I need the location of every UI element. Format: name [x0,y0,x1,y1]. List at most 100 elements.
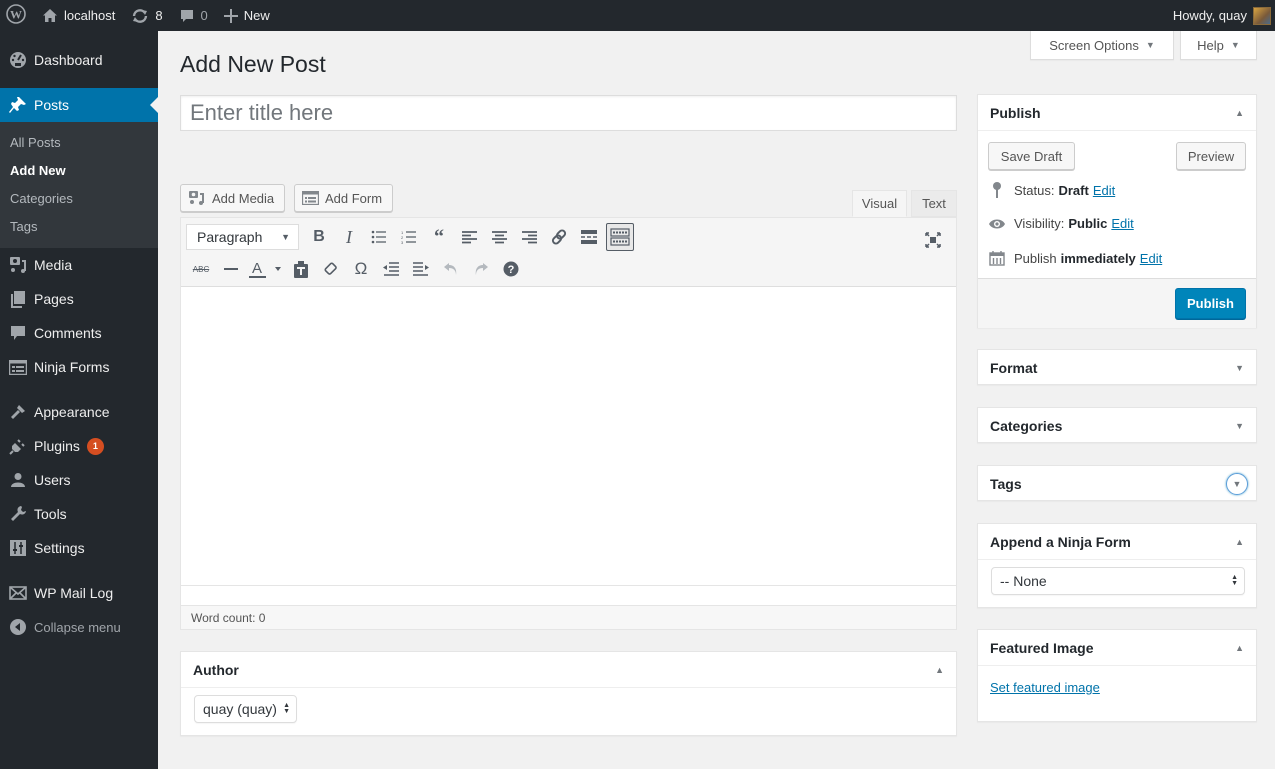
comments-link[interactable]: 0 [171,0,216,31]
fullscreen-icon[interactable] [918,226,948,254]
edit-schedule-link[interactable]: Edit [1140,251,1162,266]
edit-visibility-link[interactable]: Edit [1111,216,1133,231]
publish-box-title: Publish [990,104,1041,121]
author-box-header[interactable]: Author ▲ [181,652,956,687]
menu-ninja-forms[interactable]: Ninja Forms [0,350,158,384]
align-center-icon[interactable] [484,223,514,251]
add-form-button[interactable]: Add Form [294,184,393,212]
collapse-arrow-icon[interactable]: ▲ [1235,108,1244,118]
collapse-arrow-icon[interactable]: ▲ [935,665,944,675]
editor-toolbar: Paragraph ▼ B I 123 “ ABC A Ω ? [181,218,956,287]
help-button[interactable]: Help ▼ [1180,31,1257,60]
redo-icon[interactable] [466,255,496,283]
bulleted-list-icon[interactable] [364,223,394,251]
svg-text:A: A [252,260,262,277]
expand-arrow-icon[interactable]: ▼ [1235,363,1244,373]
indent-icon[interactable] [406,255,436,283]
account-menu[interactable]: Howdy, quay [1165,0,1275,31]
menu-users[interactable]: Users [0,463,158,497]
updates-link[interactable]: 8 [123,0,170,31]
numbered-list-icon[interactable]: 123 [394,223,424,251]
expand-arrow-icon[interactable]: ▼ [1235,421,1244,431]
help-label: Help [1197,37,1224,53]
menu-plugins[interactable]: Plugins 1 [0,429,158,463]
format-selected-value: Paragraph [197,229,263,245]
horizontal-line-icon[interactable] [216,255,246,283]
menu-wp-mail-log[interactable]: WP Mail Log [0,576,158,610]
author-select[interactable]: quay (quay) ▲ ▼ [194,695,297,723]
publish-button[interactable]: Publish [1175,288,1246,319]
collapse-arrow-icon[interactable]: ▲ [1235,537,1244,547]
toolbar-toggle-icon[interactable] [606,223,634,251]
add-media-label: Add Media [212,190,275,206]
tags-box-header[interactable]: Tags ▼ [978,466,1256,501]
site-name: localhost [64,8,116,23]
publish-schedule-label: Publish [1014,250,1057,266]
blockquote-icon[interactable]: “ [424,223,454,251]
menu-tools[interactable]: Tools [0,497,158,531]
tab-visual[interactable]: Visual [852,190,907,217]
collapse-arrow-icon[interactable]: ▲ [1235,643,1244,653]
menu-settings[interactable]: Settings [0,531,158,565]
preview-button[interactable]: Preview [1176,142,1246,170]
submenu-categories[interactable]: Categories [0,185,158,213]
paste-text-icon[interactable] [286,255,316,283]
format-box-header[interactable]: Format ▼ [978,350,1256,385]
menu-label: Posts [34,97,70,113]
add-form-label: Add Form [325,190,383,206]
format-select[interactable]: Paragraph ▼ [186,224,299,250]
avatar [1253,6,1271,25]
special-character-icon[interactable]: Ω [346,255,376,283]
set-featured-image-link[interactable]: Set featured image [990,680,1100,695]
edit-status-link[interactable]: Edit [1093,183,1115,198]
strikethrough-icon[interactable]: ABC [186,255,216,283]
categories-box: Categories ▼ [977,407,1257,443]
clear-formatting-icon[interactable] [316,255,346,283]
undo-icon[interactable] [436,255,466,283]
collapse-menu-button[interactable]: Collapse menu [0,610,158,644]
publish-box-header[interactable]: Publish ▲ [978,95,1256,130]
editor-content-area[interactable] [181,287,956,587]
menu-posts[interactable]: Posts [0,88,158,122]
screen-options-button[interactable]: Screen Options ▼ [1030,31,1174,60]
ninja-form-select[interactable]: -- None ▲ ▼ [991,567,1245,595]
site-name-link[interactable]: localhost [34,0,123,31]
user-icon [8,470,28,490]
save-draft-button[interactable]: Save Draft [988,142,1075,170]
featured-image-box-header[interactable]: Featured Image ▲ [978,630,1256,665]
align-right-icon[interactable] [514,223,544,251]
italic-icon[interactable]: I [334,223,364,251]
categories-box-header[interactable]: Categories ▼ [978,408,1256,443]
align-left-icon[interactable] [454,223,484,251]
tags-box-title: Tags [990,475,1022,492]
admin-menu: Dashboard Posts All Posts Add New Catego… [0,31,158,769]
help-icon[interactable]: ? [496,255,526,283]
submenu-add-new[interactable]: Add New [0,157,158,185]
expand-arrow-icon[interactable]: ▼ [1226,472,1248,495]
post-title-input[interactable] [180,95,957,131]
menu-media[interactable]: Media [0,248,158,282]
menu-comments[interactable]: Comments [0,316,158,350]
add-media-button[interactable]: Add Media [180,184,285,212]
menu-label: Ninja Forms [34,359,110,375]
read-more-icon[interactable] [574,223,604,251]
menu-appearance[interactable]: Appearance [0,395,158,429]
format-box-title: Format [990,359,1038,376]
new-content-link[interactable]: New [216,0,278,31]
outdent-icon[interactable] [376,255,406,283]
menu-pages[interactable]: Pages [0,282,158,316]
wrench-icon [8,504,28,524]
submenu-all-posts[interactable]: All Posts [0,129,158,157]
submenu-tags[interactable]: Tags [0,213,158,241]
mail-icon [8,583,28,603]
bold-icon[interactable]: B [304,223,334,251]
wp-logo-menu[interactable]: W [0,0,34,31]
link-icon[interactable] [544,223,574,251]
menu-dashboard[interactable]: Dashboard [0,43,158,77]
collapse-label: Collapse menu [34,619,121,635]
text-color-icon[interactable]: A [246,255,286,283]
menu-label: Settings [34,540,85,556]
tab-text[interactable]: Text [911,190,957,217]
caret-down-icon: ▼ [1145,40,1155,50]
ninja-form-box-header[interactable]: Append a Ninja Form ▲ [978,524,1256,559]
